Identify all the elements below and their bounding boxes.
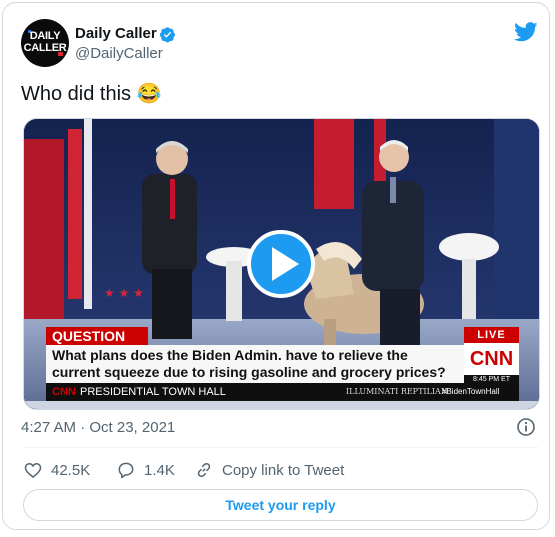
author-display-name[interactable]: Daily Caller	[75, 25, 157, 42]
author-handle[interactable]: @DailyCaller	[75, 45, 163, 62]
question-line-1: What plans does the Biden Admin. have to…	[52, 347, 408, 363]
reply-count: 1.4K	[144, 461, 175, 479]
avatar-logo-line1: DAILY	[29, 30, 61, 42]
play-icon	[247, 230, 315, 298]
hashtag: #BidenTownHall	[442, 387, 500, 396]
heart-icon	[24, 462, 42, 479]
live-label: LIVE	[477, 329, 506, 341]
tweet-card: DAILY CALLER Daily Caller @DailyCaller W…	[2, 2, 550, 530]
info-icon[interactable]	[516, 417, 536, 437]
logo-red-mark	[58, 52, 63, 56]
cnn-logo: CNN	[469, 348, 514, 370]
video-player[interactable]: ★ ★ ★ QUESTION What plans does the Biden…	[23, 118, 540, 410]
divider	[23, 447, 538, 448]
reply-icon	[118, 462, 134, 479]
watermark-text: ILLUMINATI REPTILIAN	[346, 387, 448, 396]
like-action[interactable]: 42.5K	[23, 459, 90, 481]
copy-link-label: Copy link to Tweet	[222, 461, 345, 479]
svg-text:★ ★ ★: ★ ★ ★	[104, 286, 144, 300]
like-count: 42.5K	[51, 461, 91, 479]
copy-link-action[interactable]: Copy link to Tweet	[194, 459, 344, 481]
twitter-bird-icon[interactable]	[514, 22, 538, 42]
tweet-timestamp[interactable]: 4:27 AM · Oct 23, 2021	[21, 419, 175, 436]
tweet-your-reply-button[interactable]: Tweet your reply	[23, 489, 538, 521]
question-line-2: current squeeze due to rising gasoline a…	[52, 364, 446, 380]
program-title: PRESIDENTIAL TOWN HALL	[80, 386, 226, 398]
reply-action[interactable]: 1.4K	[116, 459, 175, 481]
link-icon	[197, 462, 211, 478]
avatar[interactable]: DAILY CALLER	[21, 19, 69, 67]
verified-badge-icon	[159, 27, 175, 43]
lower-third-tag: QUESTION	[52, 328, 126, 344]
program-network: CNN	[52, 386, 76, 398]
tweet-text: Who did this 😂	[21, 83, 162, 105]
